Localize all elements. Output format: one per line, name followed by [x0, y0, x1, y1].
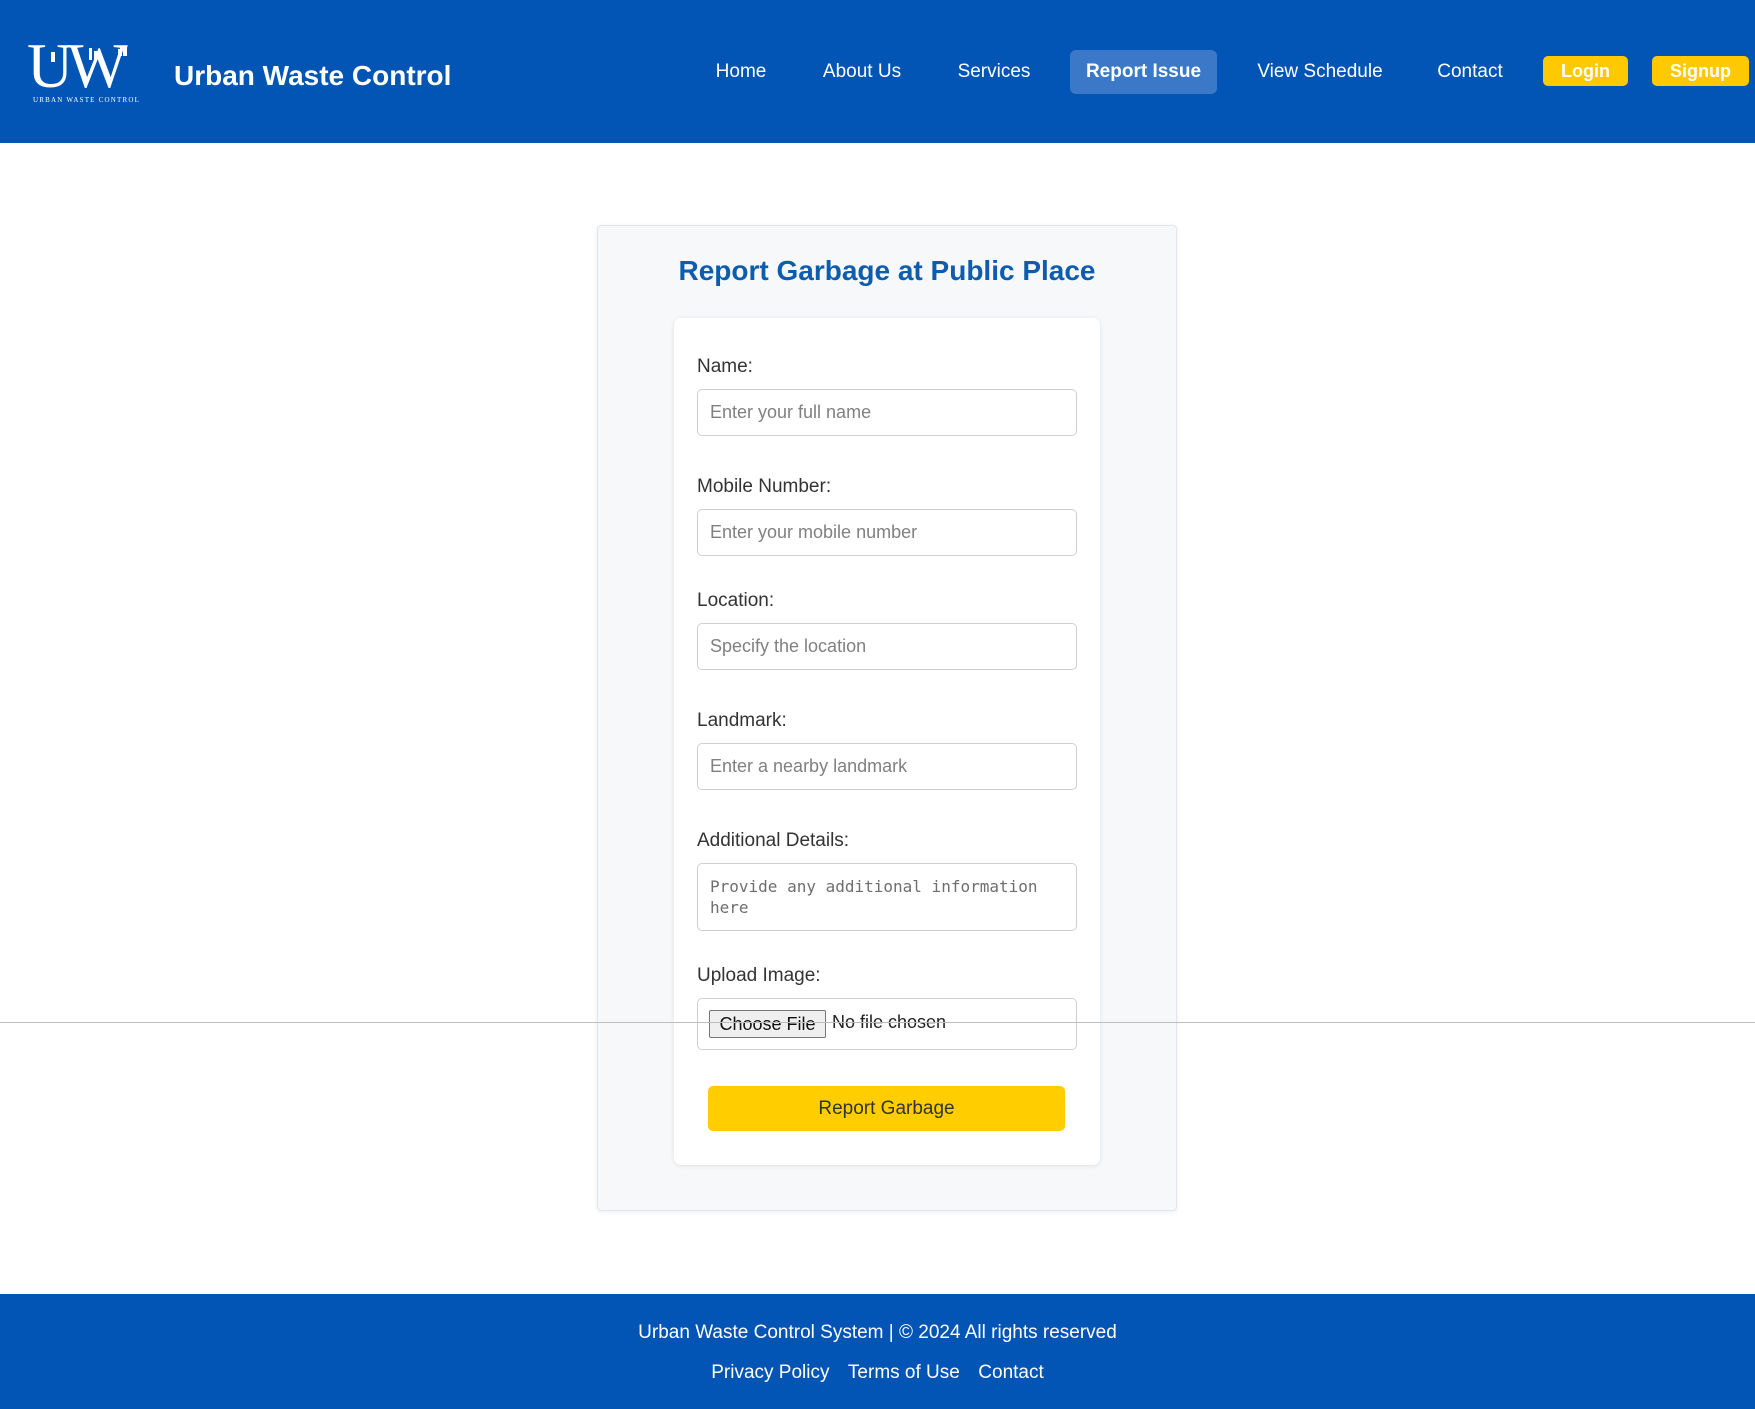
- file-upload-field[interactable]: Choose File No file chosen: [697, 998, 1077, 1050]
- nav-view-schedule[interactable]: View Schedule: [1250, 50, 1390, 94]
- choose-file-button[interactable]: Choose File: [709, 1010, 826, 1038]
- mobile-input[interactable]: [697, 509, 1077, 556]
- city-buildings-icon: [51, 46, 127, 62]
- upload-label: Upload Image:: [697, 965, 821, 986]
- nav-contact[interactable]: Contact: [1425, 50, 1515, 94]
- brand-name[interactable]: Urban Waste Control: [174, 60, 451, 92]
- site-footer: Urban Waste Control System | © 2024 All …: [0, 1294, 1755, 1409]
- nav-report-issue[interactable]: Report Issue: [1070, 50, 1217, 94]
- landmark-input[interactable]: [697, 743, 1077, 790]
- footer-links: Privacy Policy Terms of Use Contact: [0, 1362, 1755, 1384]
- footer-link-contact[interactable]: Contact: [978, 1362, 1043, 1384]
- footer-link-privacy-policy[interactable]: Privacy Policy: [711, 1362, 829, 1384]
- name-input[interactable]: [697, 389, 1077, 436]
- nav-about-us[interactable]: About Us: [812, 50, 912, 94]
- logo[interactable]: UW URBAN WASTE CONTROL: [27, 34, 154, 108]
- mobile-label: Mobile Number:: [697, 476, 832, 497]
- details-textarea[interactable]: [697, 863, 1077, 931]
- divider: [0, 1022, 1755, 1023]
- site-header: UW URBAN WASTE CONTROL Urban Waste Contr…: [0, 0, 1755, 143]
- report-garbage-button[interactable]: Report Garbage: [708, 1086, 1065, 1131]
- details-label: Additional Details:: [697, 830, 850, 851]
- page-title: Report Garbage at Public Place: [678, 255, 1096, 286]
- landmark-label: Landmark:: [697, 710, 787, 731]
- name-label: Name:: [697, 356, 753, 377]
- footer-copyright: Urban Waste Control System | © 2024 All …: [638, 1322, 1117, 1343]
- nav-home[interactable]: Home: [702, 50, 780, 94]
- signup-button[interactable]: Signup: [1652, 56, 1749, 86]
- nav-services[interactable]: Services: [945, 50, 1043, 94]
- logo-caption: URBAN WASTE CONTROL: [33, 96, 141, 104]
- report-card: Report Garbage at Public Place Name: Mob…: [597, 225, 1177, 1211]
- location-label: Location:: [697, 590, 775, 611]
- login-button[interactable]: Login: [1543, 56, 1628, 86]
- footer-link-terms-of-use[interactable]: Terms of Use: [848, 1362, 960, 1384]
- report-form: Name: Mobile Number: Location: Landmark:…: [674, 318, 1100, 1165]
- location-input[interactable]: [697, 623, 1077, 670]
